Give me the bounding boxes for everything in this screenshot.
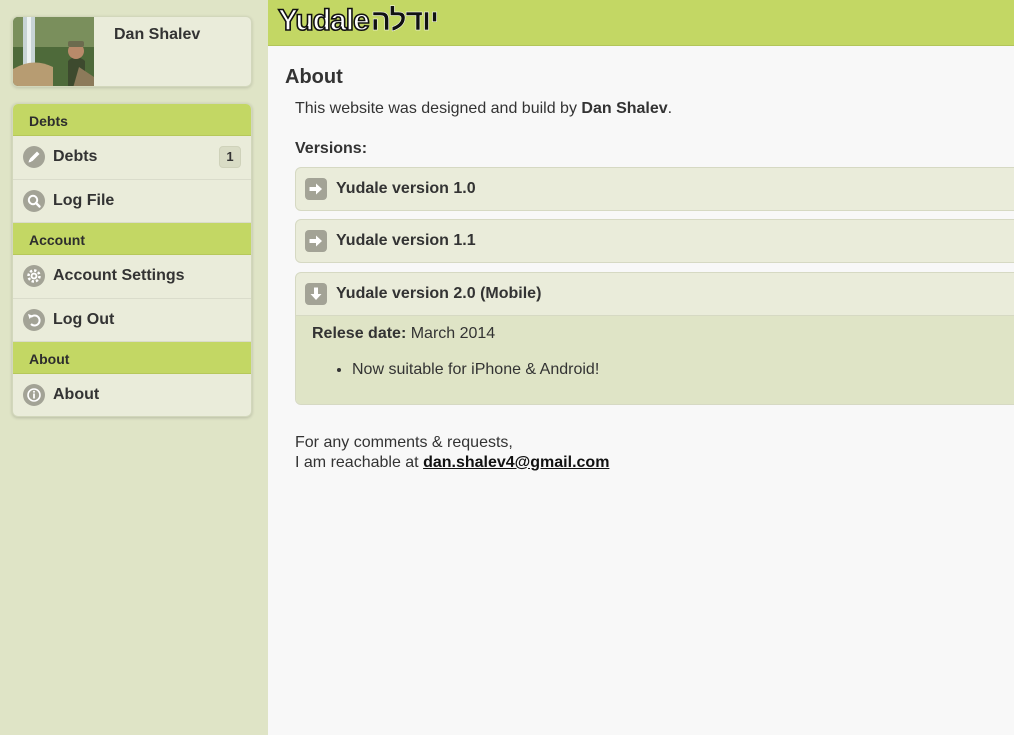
- logo[interactable]: Yudaleיודלה: [277, 3, 439, 38]
- menu-header-about: About: [13, 342, 251, 374]
- email-link[interactable]: dan.shalev4@gmail.com: [423, 454, 609, 471]
- accordion-header[interactable]: Yudale version 1.1: [296, 220, 1014, 262]
- info-icon: [23, 384, 45, 406]
- list-item: Now suitable for iPhone & Android!: [352, 361, 599, 379]
- release-date: Relese date: March 2014: [312, 325, 495, 343]
- arrow-right-icon: [305, 230, 327, 252]
- page-title: About: [285, 66, 343, 88]
- accordion-title: Yudale version 2.0 (Mobile): [336, 285, 542, 302]
- sidebar-item-label: Log File: [53, 192, 115, 209]
- accordion-content: Relese date: March 2014 Now suitable for…: [296, 315, 1014, 404]
- contact-line-2: I am reachable at dan.shalev4@gmail.com: [295, 453, 609, 473]
- menu-header-debts: Debts: [13, 104, 251, 136]
- sidebar-item-label: About: [53, 386, 100, 403]
- sidebar: Dan Shalev Debts Debts 1 Log File Accoun…: [0, 0, 268, 735]
- version-accordion-1-1[interactable]: Yudale version 1.1: [295, 219, 1014, 263]
- feature-list: Now suitable for iPhone & Android!: [352, 361, 599, 379]
- version-accordion-2-0[interactable]: Yudale version 2.0 (Mobile) Relese date:…: [295, 272, 1014, 405]
- contact-text: For any comments & requests, I am reacha…: [295, 433, 609, 473]
- header-bar: Yudaleיודלה: [268, 0, 1014, 46]
- sidebar-item-account-settings[interactable]: Account Settings: [13, 255, 251, 299]
- main-content: About This website was designed and buil…: [268, 47, 1014, 735]
- sidebar-item-log-out[interactable]: Log Out: [13, 299, 251, 342]
- gear-icon: [23, 265, 45, 287]
- menu-header-account: Account: [13, 223, 251, 255]
- versions-label: Versions:: [295, 140, 368, 157]
- intro-suffix: .: [667, 100, 673, 117]
- sidebar-item-label: Debts: [53, 148, 98, 165]
- release-value: March 2014: [406, 325, 496, 342]
- accordion-header[interactable]: Yudale version 1.0: [296, 168, 1014, 210]
- logo-text-he: יודלה: [370, 4, 439, 38]
- sidebar-item-log-file[interactable]: Log File: [13, 180, 251, 223]
- author-name: Dan Shalev: [581, 100, 668, 117]
- search-icon: [23, 190, 45, 212]
- arrow-down-icon: [305, 283, 327, 305]
- intro-text: This website was designed and build by D…: [295, 100, 672, 118]
- accordion-title: Yudale version 1.1: [336, 232, 476, 249]
- accordion-header[interactable]: Yudale version 2.0 (Mobile): [296, 273, 1014, 315]
- undo-icon: [23, 309, 45, 331]
- sidebar-item-debts[interactable]: Debts 1: [13, 136, 251, 180]
- sidebar-item-label: Log Out: [53, 311, 115, 328]
- arrow-right-icon: [305, 178, 327, 200]
- release-label: Relese date:: [312, 325, 407, 342]
- intro-prefix: This website was designed and build by: [295, 100, 582, 117]
- count-badge: 1: [219, 146, 241, 168]
- pencil-icon: [23, 146, 45, 168]
- logo-text-en: Yudale: [277, 3, 370, 38]
- profile-card[interactable]: Dan Shalev: [12, 16, 252, 87]
- version-accordion-1-0[interactable]: Yudale version 1.0: [295, 167, 1014, 211]
- contact-line-1: For any comments & requests,: [295, 434, 513, 451]
- sidebar-menu: Debts Debts 1 Log File Account Account S…: [12, 103, 252, 417]
- profile-name: Dan Shalev: [114, 26, 201, 43]
- contact-prefix: I am reachable at: [295, 454, 424, 471]
- sidebar-item-label: Account Settings: [53, 267, 185, 284]
- avatar[interactable]: [13, 17, 94, 86]
- accordion-title: Yudale version 1.0: [336, 180, 476, 197]
- sidebar-item-about[interactable]: About: [13, 374, 251, 416]
